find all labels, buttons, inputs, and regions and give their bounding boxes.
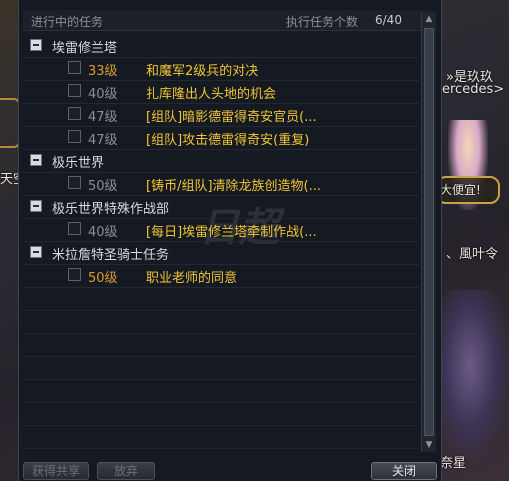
collapse-icon[interactable] bbox=[30, 200, 42, 212]
quest-row[interactable]: 33级 和魔军2级兵的对决 bbox=[23, 57, 419, 81]
player-name-text: 、風叶令 bbox=[446, 247, 499, 262]
quest-name: [组队]攻击德雷得奇安(重复) bbox=[146, 133, 310, 148]
quest-level: 50级 bbox=[88, 271, 118, 286]
get-share-button[interactable]: 获得共享 bbox=[23, 462, 89, 480]
quest-level: 33级 bbox=[88, 64, 118, 79]
quest-list-scrollbar[interactable]: ▲ ▼ bbox=[421, 12, 436, 452]
left-panel-edge bbox=[0, 98, 20, 148]
empty-row bbox=[23, 425, 419, 449]
scroll-thumb[interactable] bbox=[424, 28, 434, 436]
quest-group[interactable]: 极乐世界特殊作战部 bbox=[23, 195, 419, 219]
abandon-button[interactable]: 放弃 bbox=[97, 462, 155, 480]
track-checkbox[interactable] bbox=[68, 84, 81, 97]
quest-row[interactable]: 50级 [铸币/组队]清除龙族创造物(... bbox=[23, 172, 419, 196]
quest-level: 47级 bbox=[88, 133, 118, 148]
collapse-icon[interactable] bbox=[30, 246, 42, 258]
npc-guild-text: ercedes> bbox=[442, 82, 505, 97]
quest-name: 职业老师的同意 bbox=[146, 271, 238, 286]
group-label: 埃雷修兰塔 bbox=[52, 41, 118, 56]
empty-row bbox=[23, 287, 419, 311]
empty-row bbox=[23, 333, 419, 357]
track-checkbox[interactable] bbox=[68, 268, 81, 281]
quest-list: 埃雷修兰塔 33级 和魔军2级兵的对决 40级 扎库隆出人头地的机会 47级 [… bbox=[23, 32, 419, 452]
collapse-icon[interactable] bbox=[30, 39, 42, 51]
quest-group[interactable]: 埃雷修兰塔 bbox=[23, 34, 419, 58]
scroll-down-icon[interactable]: ▼ bbox=[423, 439, 435, 451]
quest-group[interactable]: 米拉詹特圣骑士任务 bbox=[23, 241, 419, 265]
track-checkbox[interactable] bbox=[68, 222, 81, 235]
quest-row[interactable]: 47级 [组队]攻击德雷得奇安(重复) bbox=[23, 126, 419, 150]
quest-name: 和魔军2级兵的对决 bbox=[146, 64, 259, 79]
empty-row bbox=[23, 402, 419, 426]
quest-group[interactable]: 极乐世界 bbox=[23, 149, 419, 173]
quest-window-header: 进行中的任务 执行任务个数 6/40 bbox=[23, 10, 433, 31]
collapse-icon[interactable] bbox=[30, 154, 42, 166]
quest-name: [每日]埃雷修兰塔牵制作战(... bbox=[146, 225, 317, 240]
bubble-text: 大便宜! bbox=[440, 183, 481, 197]
track-checkbox[interactable] bbox=[68, 176, 81, 189]
bottom-partial-text: 奈星 bbox=[440, 456, 467, 471]
quest-row[interactable]: 50级 职业老师的同意 bbox=[23, 264, 419, 288]
track-checkbox[interactable] bbox=[68, 107, 81, 120]
group-label: 极乐世界 bbox=[52, 156, 105, 171]
quest-row[interactable]: 40级 [每日]埃雷修兰塔牵制作战(... bbox=[23, 218, 419, 242]
close-button[interactable]: 关闭 bbox=[371, 462, 437, 480]
quest-name: [铸币/组队]清除龙族创造物(... bbox=[146, 179, 321, 194]
quest-name: 扎库隆出人头地的机会 bbox=[146, 87, 277, 102]
quest-count-label: 执行任务个数 bbox=[286, 15, 359, 29]
quest-level: 50级 bbox=[88, 179, 118, 194]
quest-level: 47级 bbox=[88, 110, 118, 125]
quest-row[interactable]: 47级 [组队]暗影德雷得奇安官员(... bbox=[23, 103, 419, 127]
track-checkbox[interactable] bbox=[68, 130, 81, 143]
empty-row bbox=[23, 379, 419, 403]
group-label: 极乐世界特殊作战部 bbox=[52, 202, 170, 217]
quest-row[interactable]: 40级 扎库隆出人头地的机会 bbox=[23, 80, 419, 104]
scroll-up-icon[interactable]: ▲ bbox=[423, 13, 435, 25]
group-label: 米拉詹特圣骑士任务 bbox=[52, 248, 170, 263]
quest-window: 进行中的任务 执行任务个数 6/40 日超 埃雷修兰塔 33级 和魔军2级兵的对… bbox=[18, 0, 442, 481]
quest-count-value: 6/40 bbox=[375, 13, 402, 27]
quest-level: 40级 bbox=[88, 87, 118, 102]
window-title: 进行中的任务 bbox=[31, 15, 104, 29]
quest-name: [组队]暗影德雷得奇安官员(... bbox=[146, 110, 317, 125]
track-checkbox[interactable] bbox=[68, 61, 81, 74]
quest-level: 40级 bbox=[88, 225, 118, 240]
empty-row bbox=[23, 310, 419, 334]
empty-row bbox=[23, 356, 419, 380]
